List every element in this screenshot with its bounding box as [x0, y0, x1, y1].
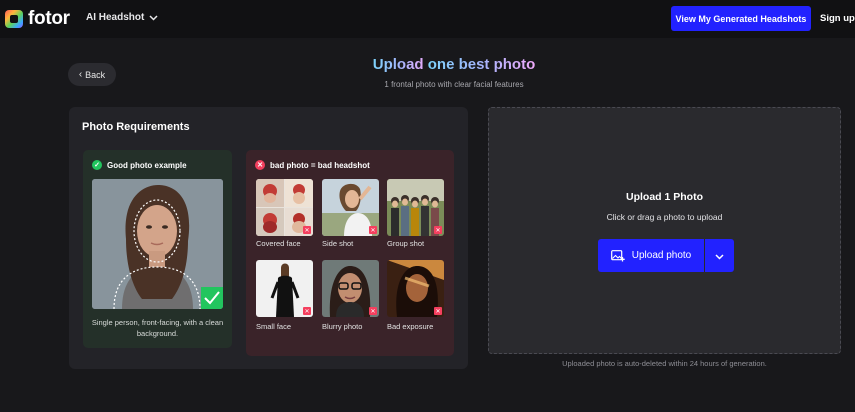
bad-exposure-example: ✕ [387, 260, 444, 317]
good-photo-example-image [92, 179, 223, 309]
side-shot-label: Side shot [322, 239, 354, 248]
small-face-label: Small face [256, 322, 292, 331]
bad-exposure-label: Bad exposure [387, 322, 434, 331]
top-bar: fotor AI Headshot View My Generated Head… [0, 0, 855, 38]
upload-subtitle: Click or drag a photo to upload [606, 212, 723, 222]
bad-photo-card: ✕ bad photo = bad headshot ✕ ✕ ✕ Covered… [246, 150, 454, 356]
upload-title: Upload 1 Photo [626, 191, 703, 203]
x-icon: ✕ [303, 226, 311, 234]
small-face-example: ✕ [256, 260, 313, 317]
covered-face-example: ✕ [256, 179, 313, 236]
upload-dropzone[interactable]: Upload 1 Photo Click or drag a photo to … [488, 107, 841, 354]
covered-face-label: Covered face [256, 239, 301, 248]
good-photo-caption: Single person, front-facing, with a clea… [91, 318, 224, 338]
chevron-down-icon [149, 13, 159, 23]
x-icon: ✕ [369, 226, 377, 234]
good-photo-heading: ✓ Good photo example [92, 160, 187, 170]
page-subtitle: 1 frontal photo with clear facial featur… [384, 80, 524, 89]
upload-photo-button-label: Upload photo [631, 250, 692, 261]
x-icon: ✕ [369, 307, 377, 315]
ai-headshot-menu-label: AI Headshot [86, 12, 145, 23]
group-shot-example: ✕ [387, 179, 444, 236]
x-icon: ✕ [434, 226, 442, 234]
upload-photo-button[interactable]: Upload photo [598, 239, 704, 272]
group-shot-label: Group shot [387, 239, 425, 248]
requirements-title: Photo Requirements [82, 121, 190, 133]
image-add-icon [610, 249, 625, 262]
logo-icon [5, 10, 23, 28]
page-title-prefix: Upload [372, 56, 428, 73]
x-icon: ✕ [303, 307, 311, 315]
sign-up-link[interactable]: Sign up [820, 13, 855, 24]
page-title-highlight: one best photo [427, 56, 536, 73]
bad-photo-heading-text: bad photo = bad headshot [270, 160, 370, 170]
page-title: Upload one best photo [0, 56, 855, 73]
x-circle-icon: ✕ [255, 160, 265, 170]
good-photo-card: ✓ Good photo example Single person, fron… [83, 150, 232, 348]
upload-options-dropdown[interactable] [705, 239, 734, 272]
bad-photo-heading: ✕ bad photo = bad headshot [255, 160, 370, 170]
x-icon: ✕ [434, 307, 442, 315]
good-photo-heading-text: Good photo example [107, 160, 187, 170]
side-shot-example: ✕ [322, 179, 379, 236]
chevron-down-icon [715, 247, 724, 265]
blurry-photo-example: ✕ [322, 260, 379, 317]
logo-text: fotor [28, 8, 70, 29]
photo-requirements-panel: Photo Requirements ✓ Good photo example [69, 107, 468, 369]
ai-headshot-menu[interactable]: AI Headshot [86, 12, 159, 23]
auto-delete-note: Uploaded photo is auto-deleted within 24… [562, 359, 767, 368]
blurry-photo-label: Blurry photo [322, 322, 363, 331]
fotor-logo[interactable]: fotor [5, 9, 70, 29]
view-generated-headshots-button[interactable]: View My Generated Headshots [671, 6, 811, 31]
check-circle-icon: ✓ [92, 160, 102, 170]
